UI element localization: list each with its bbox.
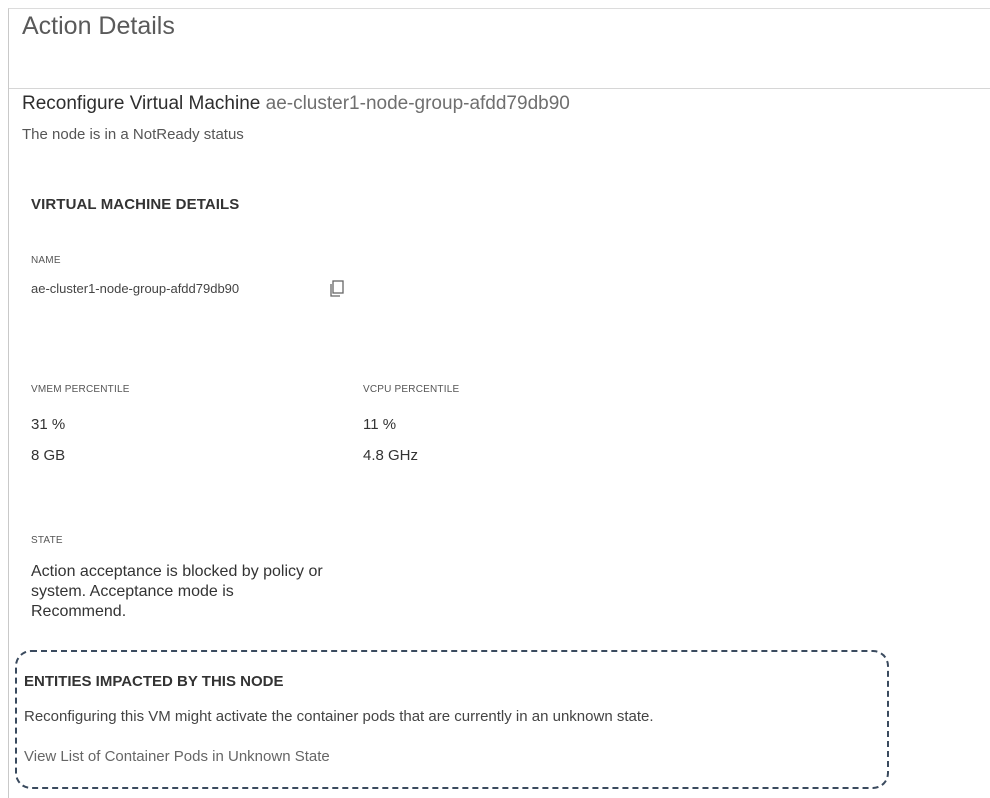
vmem-percent-value: 31 % [31,416,66,433]
vmem-percentile-label: VMEM PERCENTILE [31,384,130,395]
vcpu-percentile-label: VCPU PERCENTILE [363,384,460,395]
vmem-amount-value: 8 GB [31,447,66,464]
state-label: STATE [31,535,63,546]
impact-title: ENTITIES IMPACTED BY THIS NODE [24,673,284,690]
name-label: NAME [31,255,61,266]
state-value: Action acceptance is blocked by policy o… [31,563,323,620]
action-entity: ae-cluster1-node-group-afdd79db90 [265,93,570,114]
action-heading: Reconfigure Virtual Machine ae-cluster1-… [22,93,570,115]
vcpu-percent-value: 11 % [363,416,397,433]
vcpu-amount-value: 4.8 GHz [363,447,419,464]
vm-details-title: VIRTUAL MACHINE DETAILS [31,196,240,213]
copy-icon[interactable] [328,280,344,298]
impact-description: Reconfiguring this VM might activate the… [24,708,654,725]
name-value: ae-cluster1-node-group-afdd79db90 [31,281,240,296]
action-reason: The node is in a NotReady status [22,126,244,143]
page-title: Action Details [22,12,175,40]
action-type: Reconfigure Virtual Machine [22,93,261,114]
view-unknown-pods-link[interactable]: View List of Container Pods in Unknown S… [24,748,330,765]
